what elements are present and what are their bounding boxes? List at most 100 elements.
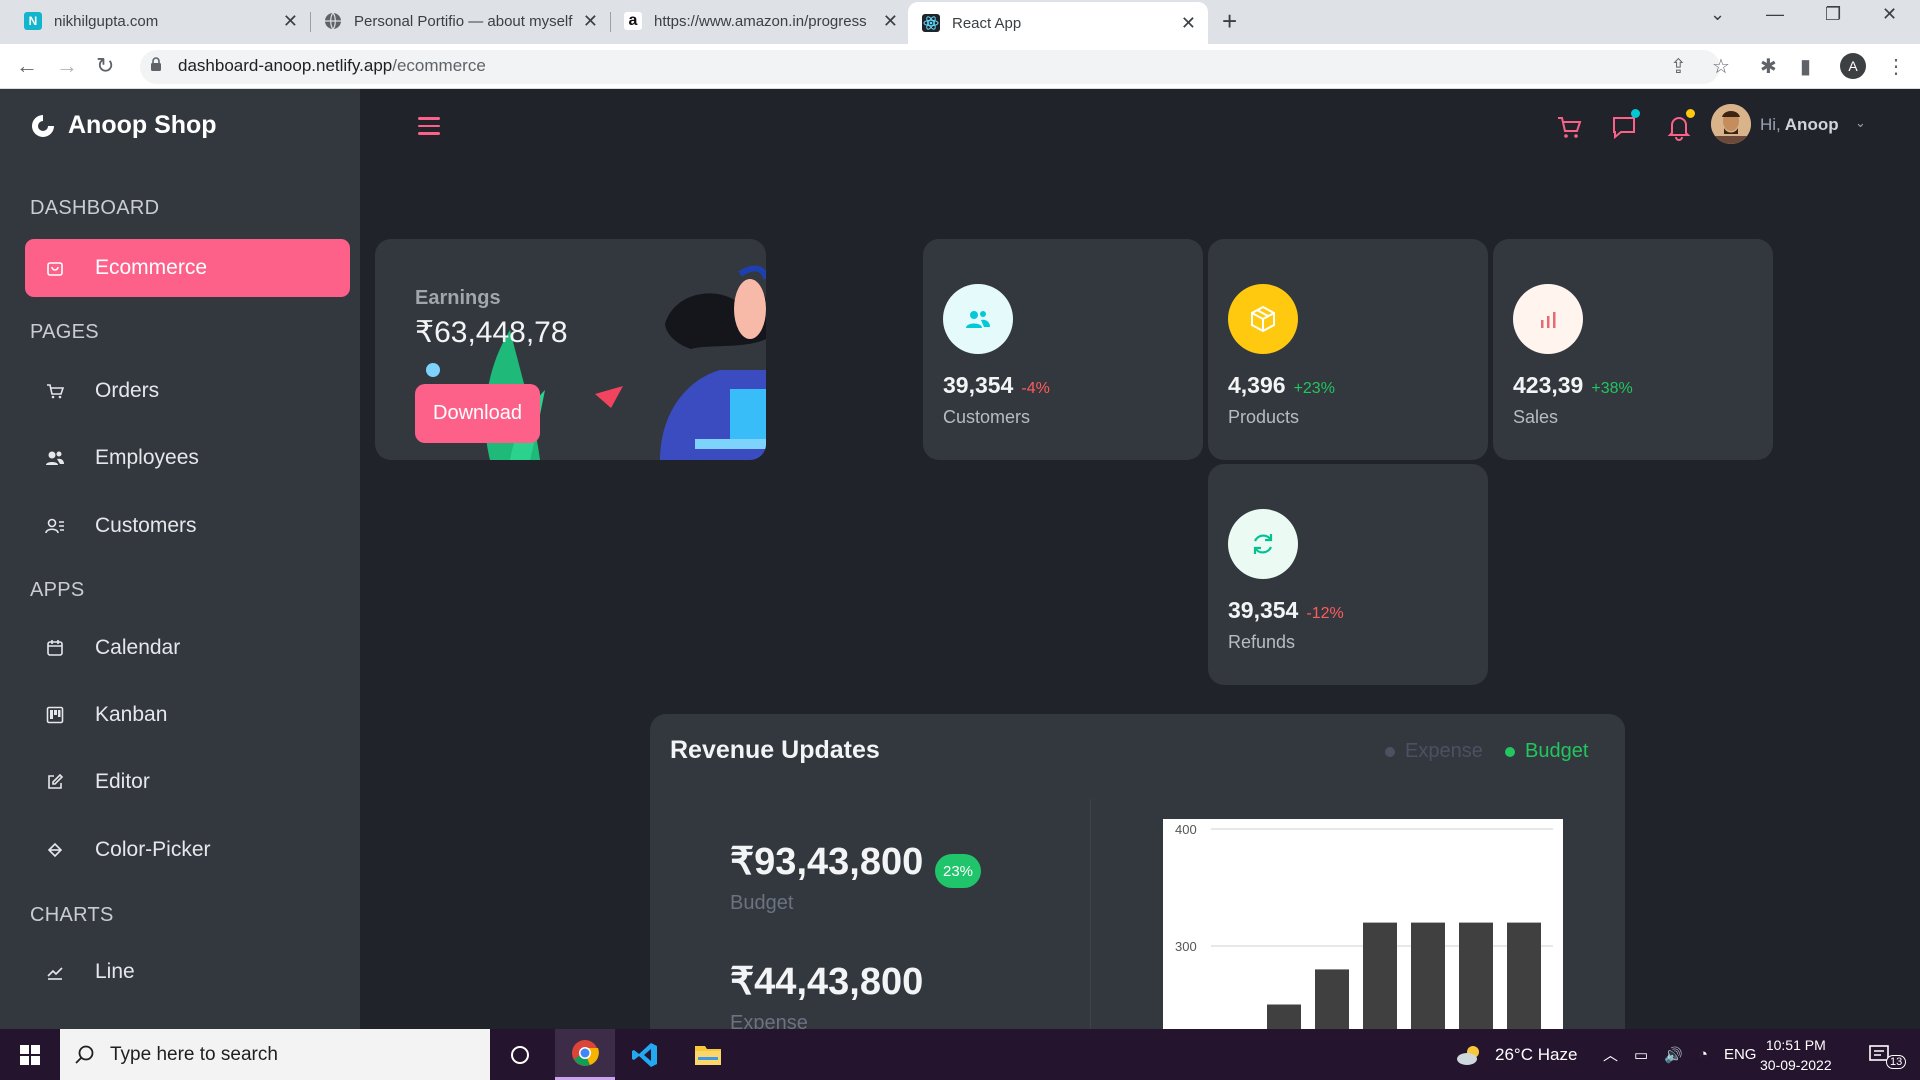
menu-kebab-icon[interactable]: ⋮	[1886, 54, 1906, 79]
chart-bar[interactable]	[1315, 969, 1349, 1029]
chat-badge-dot	[1631, 109, 1640, 118]
bookmark-star-icon[interactable]: ☆	[1712, 54, 1730, 79]
legend-expense[interactable]: Expense	[1385, 740, 1483, 763]
chart-bar[interactable]	[1363, 922, 1397, 1029]
wifi-icon[interactable]: ◔	[1699, 1046, 1708, 1063]
section-charts: CHARTS	[30, 904, 114, 926]
weather-haze-icon	[1457, 1045, 1479, 1065]
sidebar-item-kanban[interactable]: Kanban	[25, 686, 350, 744]
url-text[interactable]: dashboard-anoop.netlify.app/ecommerce	[178, 56, 486, 76]
sidebar-item-line[interactable]: Line	[25, 943, 350, 1001]
file-explorer-icon[interactable]	[678, 1029, 738, 1080]
clock[interactable]: 10:51 PM 30-09-2022	[1760, 1035, 1832, 1075]
sidebar-item-customers[interactable]: Customers	[25, 497, 350, 555]
chart-y-tick-label: 400	[1175, 822, 1197, 837]
cortana-icon[interactable]	[490, 1029, 550, 1080]
chevron-up-icon[interactable]: ︿	[1603, 1044, 1618, 1065]
weather-widget[interactable]: 26°C Haze	[1455, 1029, 1577, 1080]
stat-name: Sales	[1513, 407, 1559, 427]
windows-start-icon[interactable]	[0, 1029, 60, 1080]
tab-search-icon[interactable]: ⌄	[1710, 4, 1725, 25]
sidebar-item-label: Line	[95, 960, 135, 983]
divider	[1090, 799, 1091, 1029]
profile-avatar[interactable]: A	[1840, 53, 1866, 79]
browser-tab-3[interactable]: a https://www.amazon.in/progress ✕	[610, 0, 910, 42]
employees-icon	[45, 448, 65, 468]
browser-tab-2[interactable]: Personal Portifio — about myself ✕	[310, 0, 610, 42]
bar-chart-icon	[1513, 284, 1583, 354]
download-button[interactable]: Download	[415, 384, 540, 443]
refresh-icon	[1228, 509, 1298, 579]
chart-bar[interactable]	[1411, 922, 1445, 1029]
stat-number: 4,396	[1228, 372, 1286, 398]
close-tab-icon[interactable]: ✕	[1181, 13, 1196, 34]
volume-icon[interactable]: 🔊	[1664, 1046, 1683, 1064]
notification-center[interactable]: 13	[1868, 1029, 1907, 1080]
browser-tab-strip: N nikhilgupta.com ✕ Personal Portifio — …	[0, 0, 1920, 44]
notification-badge-dot	[1686, 109, 1695, 118]
browser-tab-1[interactable]: N nikhilgupta.com ✕	[10, 0, 310, 42]
notification-count: 13	[1886, 1054, 1907, 1069]
react-icon	[922, 14, 940, 32]
revenue-title: Revenue Updates	[670, 736, 880, 764]
legend-budget[interactable]: Budget	[1505, 740, 1588, 763]
sidebar-item-label: Employees	[95, 446, 199, 469]
expense-label: Expense	[730, 1012, 808, 1029]
sidebar-item-color-picker[interactable]: Color-Picker	[25, 821, 350, 879]
greeting[interactable]: Hi, Anoop	[1760, 115, 1839, 135]
stat-name: Customers	[943, 407, 1031, 427]
customers-icon	[45, 516, 65, 536]
close-window-icon[interactable]: ✕	[1882, 4, 1897, 25]
extensions-icon[interactable]: ✱	[1760, 54, 1777, 79]
shopping-bag-icon	[45, 258, 65, 278]
chart-bar[interactable]	[1507, 922, 1541, 1029]
sidebar-item-calendar[interactable]: Calendar	[25, 619, 350, 677]
sidebar-item-label: Customers	[95, 514, 197, 537]
tab-title: https://www.amazon.in/progress	[654, 12, 867, 30]
sidebar-item-orders[interactable]: Orders	[25, 362, 350, 420]
forward-icon[interactable]: →	[56, 53, 78, 79]
side-panel-icon[interactable]: ▮	[1800, 54, 1811, 79]
vscode-icon[interactable]	[615, 1029, 675, 1080]
back-icon[interactable]: ←	[16, 53, 38, 79]
chart-bar[interactable]	[1459, 922, 1493, 1029]
budget-value: ₹93,43,800	[730, 841, 924, 883]
cart-icon[interactable]	[1555, 113, 1583, 141]
share-icon[interactable]: ⇪	[1670, 54, 1687, 79]
brand[interactable]: Anoop Shop	[30, 111, 217, 140]
chevron-down-icon[interactable]: ⌄	[1855, 115, 1866, 131]
taskbar-search[interactable]: Type here to search	[60, 1029, 490, 1080]
minimize-icon[interactable]: —	[1766, 4, 1784, 25]
stat-card-refunds: 39,354 -12% Refunds	[1208, 464, 1488, 685]
stat-card-sales: 423,39 +38% Sales	[1493, 239, 1773, 460]
restore-icon[interactable]: ❐	[1825, 4, 1841, 25]
search-placeholder: Type here to search	[110, 1043, 278, 1065]
sidebar-item-editor[interactable]: Editor	[25, 753, 350, 811]
globe-icon	[324, 12, 342, 30]
lock-icon[interactable]	[150, 57, 162, 71]
language-indicator[interactable]: ENG	[1724, 1046, 1757, 1063]
sidebar-item-ecommerce[interactable]: Ecommerce	[25, 239, 350, 297]
new-tab-icon[interactable]: +	[1222, 6, 1237, 37]
user-avatar[interactable]	[1711, 104, 1751, 144]
chart-bar[interactable]	[1267, 1004, 1301, 1030]
legend-label: Budget	[1525, 740, 1589, 762]
url-path: /ecommerce	[392, 56, 486, 75]
stat-name: Products	[1228, 407, 1300, 427]
close-tab-icon[interactable]: ✕	[883, 11, 898, 32]
edit-icon	[45, 772, 65, 792]
greeting-text: Hi,	[1760, 115, 1781, 134]
brand-name: Anoop Shop	[68, 111, 217, 139]
reload-icon[interactable]: ↻	[96, 53, 114, 79]
legend-dot	[1505, 746, 1515, 757]
browser-tab-4-active[interactable]: React App ✕	[908, 2, 1208, 44]
menu-toggle-icon[interactable]	[418, 117, 440, 135]
battery-icon[interactable]: ▭	[1634, 1046, 1648, 1064]
close-tab-icon[interactable]: ✕	[583, 11, 598, 32]
sidebar-item-employees[interactable]: Employees	[25, 429, 350, 487]
cart-icon	[45, 381, 65, 401]
amazon-icon: a	[624, 12, 642, 30]
close-tab-icon[interactable]: ✕	[283, 11, 298, 32]
earnings-label: Earnings	[415, 287, 501, 309]
chrome-icon[interactable]	[555, 1029, 615, 1080]
